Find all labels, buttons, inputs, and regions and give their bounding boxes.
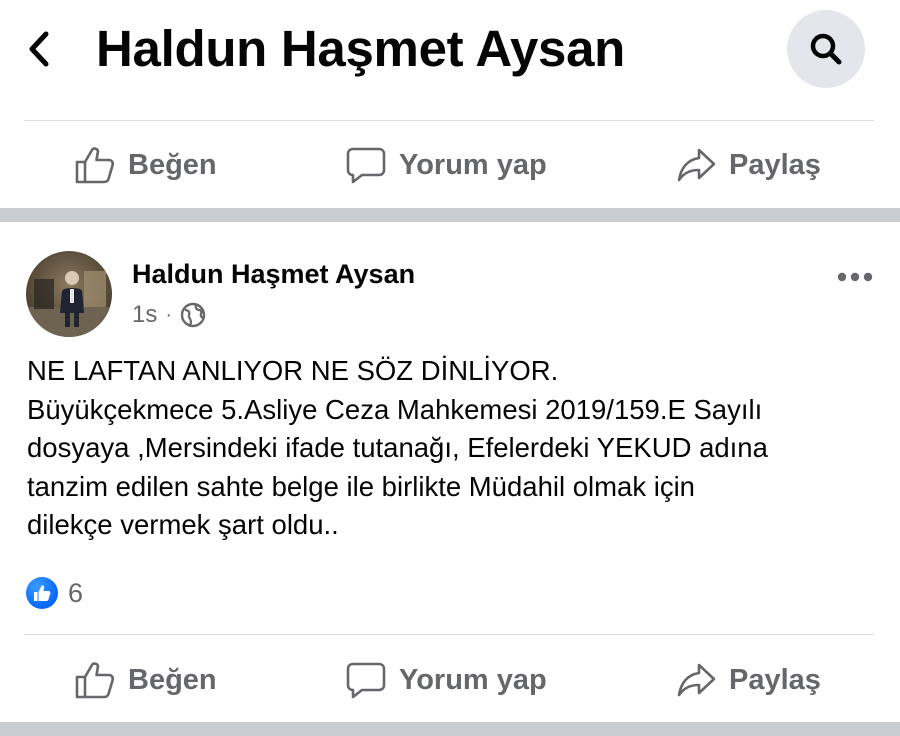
comment-button[interactable]: Yorum yap — [345, 645, 547, 715]
comment-label: Yorum yap — [399, 148, 547, 181]
post-author[interactable]: Haldun Haşmet Aysan — [132, 256, 415, 292]
more-dots-icon — [837, 272, 873, 282]
comment-icon — [346, 147, 386, 184]
back-button[interactable] — [22, 26, 62, 72]
avatar[interactable] — [26, 251, 112, 337]
post-line: dosyaya ,Mersindeki ifade tutanağı, Efel… — [27, 432, 768, 463]
chevron-left-icon — [29, 31, 49, 67]
like-button[interactable]: Beğen — [74, 130, 217, 200]
meta-separator: · — [165, 303, 173, 326]
feed-separator — [0, 722, 900, 736]
more-options-button[interactable] — [830, 262, 880, 292]
top-action-bar: Beğen Yorum yap Paylaş — [0, 130, 900, 200]
profile-photo — [26, 251, 112, 337]
like-button[interactable]: Beğen — [74, 645, 217, 715]
thumbs-up-icon — [75, 662, 115, 699]
reaction-summary[interactable]: 6 — [26, 576, 83, 610]
like-reaction-icon — [26, 577, 58, 609]
comment-icon — [346, 662, 386, 699]
share-icon — [677, 663, 716, 697]
post-line: NE LAFTAN ANLIYOR NE SÖZ DİNLİYOR. — [27, 355, 559, 386]
thumbs-up-icon — [75, 147, 115, 184]
search-icon — [810, 33, 842, 65]
post-body: NE LAFTAN ANLIYOR NE SÖZ DİNLİYOR. Büyük… — [27, 352, 877, 545]
share-label: Paylaş — [729, 663, 821, 696]
share-button[interactable]: Paylaş — [675, 130, 821, 200]
share-button[interactable]: Paylaş — [675, 645, 821, 715]
post-line: tanzim edilen sahte belge ile birlikte M… — [27, 470, 695, 502]
page-title: Haldun Haşmet Aysan — [96, 20, 626, 77]
post-line: dilekçe vermek şart oldu.. — [27, 509, 339, 540]
post-line: Büyükçekmece 5.Asliye Ceza Mahkemesi 201… — [27, 393, 763, 425]
share-label: Paylaş — [729, 148, 821, 181]
globe-icon — [180, 302, 206, 328]
header-bar: Haldun Haşmet Aysan — [0, 0, 900, 120]
like-label: Beğen — [128, 663, 217, 696]
like-label: Beğen — [128, 148, 217, 181]
divider — [24, 634, 874, 635]
search-button[interactable] — [787, 10, 865, 88]
post-meta: 1s · — [132, 299, 206, 331]
share-icon — [677, 148, 716, 182]
reaction-count: 6 — [68, 577, 84, 608]
divider — [24, 120, 874, 121]
feed-separator — [0, 208, 900, 222]
comment-label: Yorum yap — [399, 663, 547, 696]
post-action-bar: Beğen Yorum yap Paylaş — [0, 645, 900, 715]
post-time[interactable]: 1s — [132, 301, 157, 329]
comment-button[interactable]: Yorum yap — [345, 130, 547, 200]
